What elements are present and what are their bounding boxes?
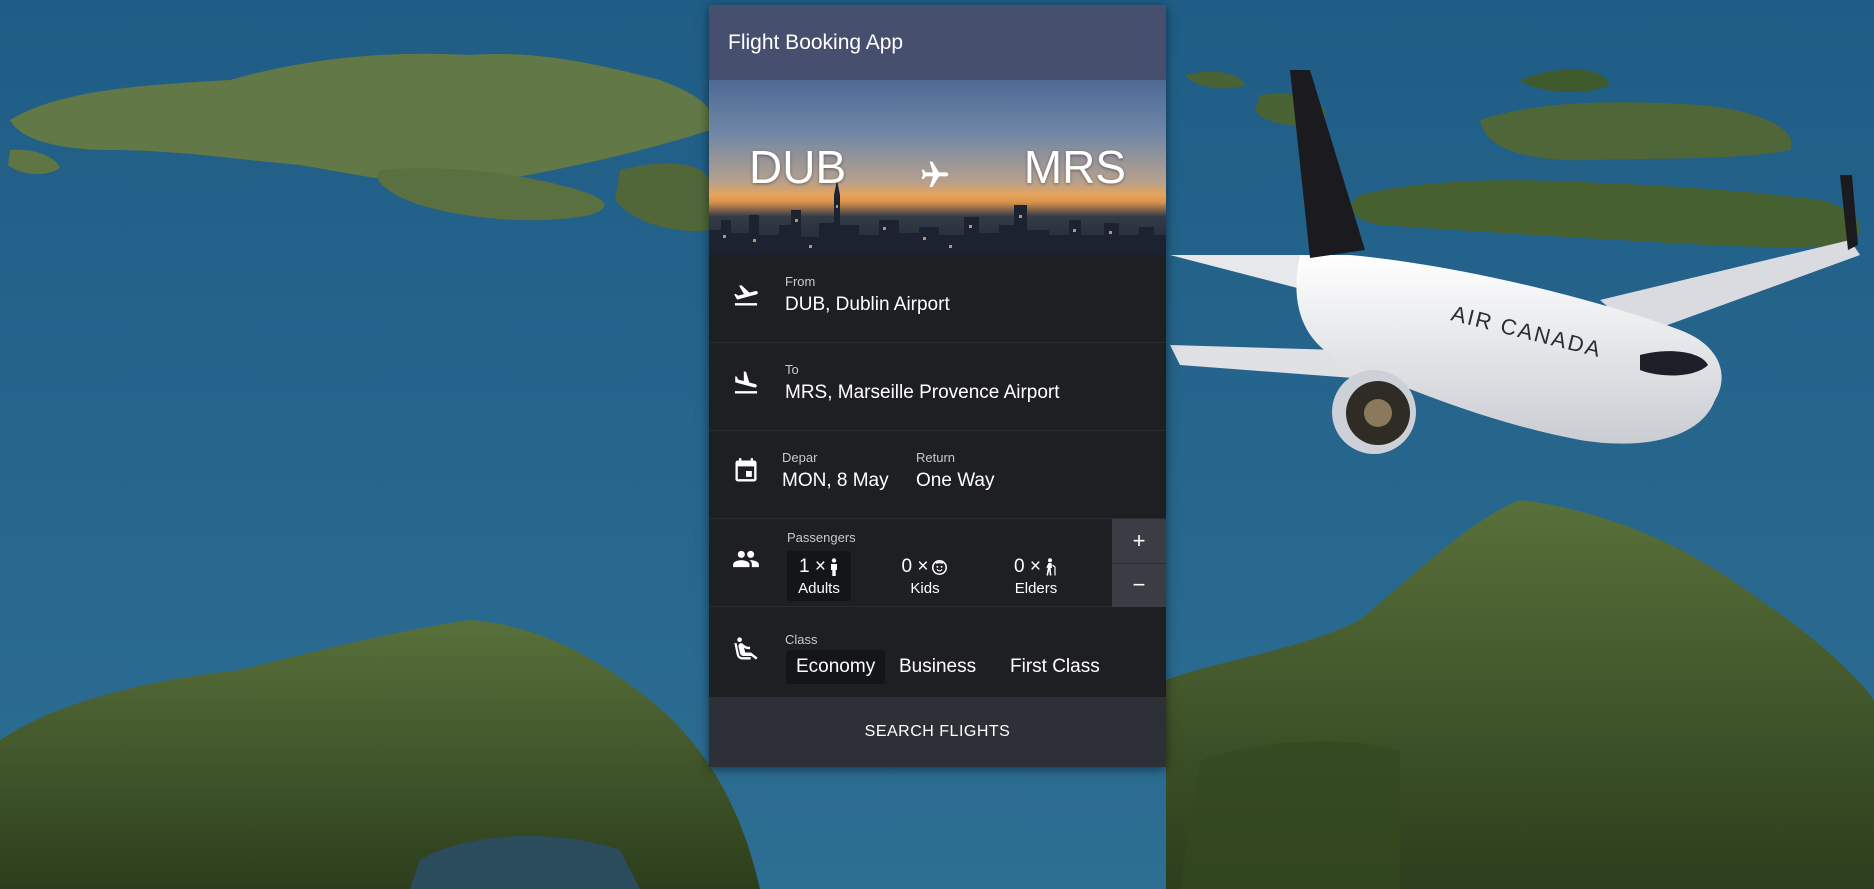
kids-count: 0 × <box>901 556 929 577</box>
return-label: Return <box>916 450 956 465</box>
kids-name: Kids <box>910 580 940 597</box>
adults-count: 1 × <box>799 556 826 577</box>
depart-label: Depar <box>782 450 818 465</box>
passenger-stepper: + − <box>1112 519 1166 607</box>
airline-seat-icon <box>734 637 758 660</box>
to-field[interactable]: To MRS, Marseille Provence Airport <box>709 343 1166 431</box>
return-value[interactable]: One Way <box>916 470 995 492</box>
from-label: From <box>785 274 816 289</box>
to-value[interactable]: MRS, Marseille Provence Airport <box>785 382 1060 404</box>
kids-selector[interactable]: 0 × Kids <box>893 551 957 601</box>
from-field[interactable]: From DUB, Dublin Airport <box>709 255 1166 343</box>
origin-code: DUB <box>749 141 847 193</box>
class-label: Class <box>785 632 818 647</box>
flight-land-icon <box>734 371 758 394</box>
adult-icon <box>830 558 837 576</box>
people-icon <box>733 550 759 568</box>
increment-button[interactable]: + <box>1112 519 1166 563</box>
destination-code: MRS <box>1023 141 1126 193</box>
airplane-icon <box>921 161 949 187</box>
app-title: Flight Booking App <box>728 30 904 54</box>
child-face-icon <box>932 559 948 575</box>
depart-value[interactable]: MON, 8 May <box>782 470 889 492</box>
decrement-button[interactable]: − <box>1112 562 1166 608</box>
app-header: Flight Booking App <box>709 5 1166 80</box>
flight-takeoff-icon <box>734 285 758 306</box>
class-option-first[interactable]: First Class <box>1000 650 1110 684</box>
elders-selector[interactable]: 0 × Elders <box>1004 551 1068 601</box>
dates-field: Depar MON, 8 May Return One Way <box>709 431 1166 519</box>
passengers-label: Passengers <box>787 530 856 545</box>
booking-card: Flight Booking App DUB MRS From DUB, Dub… <box>709 5 1166 767</box>
passengers-field: Passengers 1 × Adults 0 × Kids 0 × Elder… <box>709 519 1166 607</box>
elder-icon <box>1046 558 1056 576</box>
class-field: Class Economy Business First Class <box>709 607 1166 695</box>
class-option-economy[interactable]: Economy <box>786 650 886 684</box>
search-flights-button[interactable]: SEARCH FLIGHTS <box>709 697 1166 767</box>
adults-selector[interactable]: 1 × Adults <box>787 551 851 601</box>
class-option-business[interactable]: Business <box>889 650 986 684</box>
to-label: To <box>785 362 799 377</box>
calendar-icon <box>735 458 757 482</box>
elders-name: Elders <box>1014 580 1058 597</box>
adults-name: Adults <box>798 580 840 597</box>
from-value[interactable]: DUB, Dublin Airport <box>785 294 950 316</box>
elders-count: 0 × <box>1014 556 1041 577</box>
route-banner: DUB MRS <box>709 80 1166 255</box>
